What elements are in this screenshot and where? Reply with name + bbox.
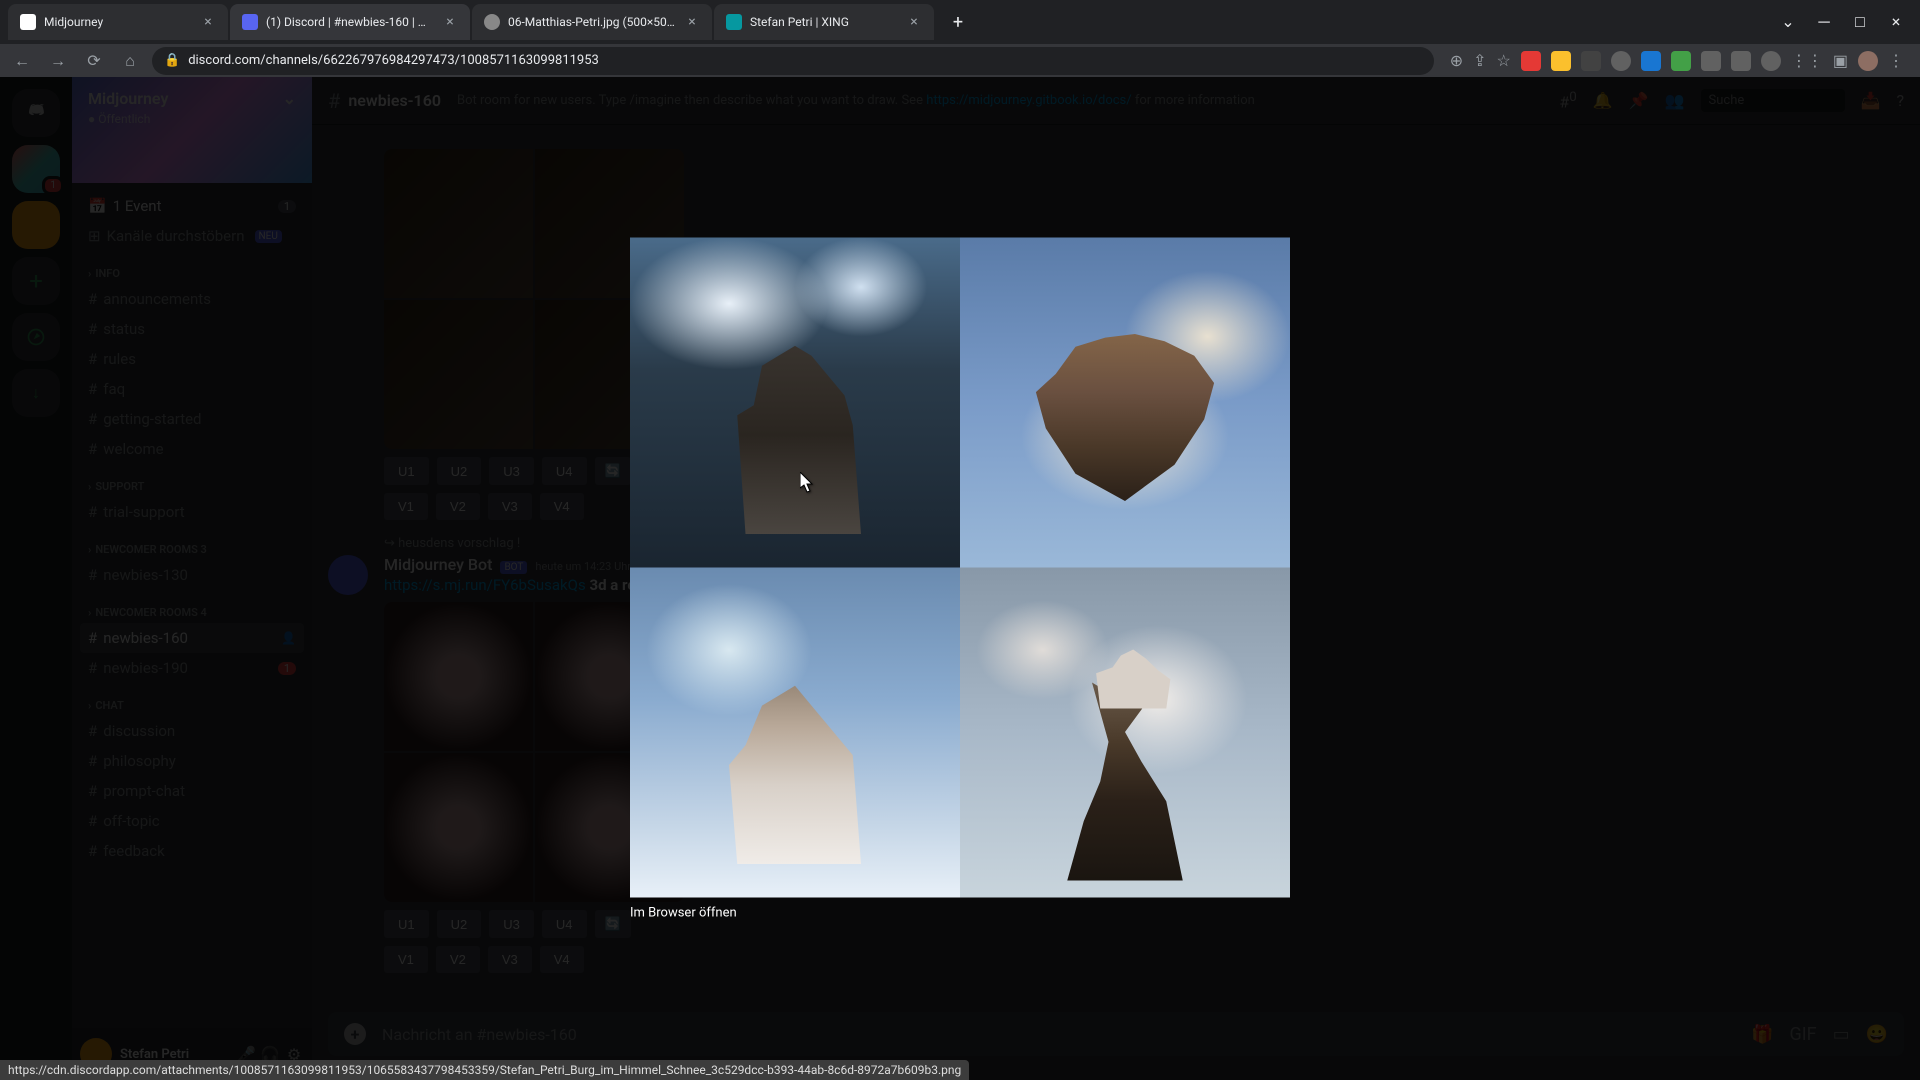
tab-bar: Midjourney × (1) Discord | #newbies-160 … xyxy=(0,0,1920,44)
castle-image-1 xyxy=(630,237,960,567)
castle-image-2 xyxy=(960,237,1290,567)
new-tab-button[interactable]: + xyxy=(944,8,972,36)
tab-midjourney[interactable]: Midjourney × xyxy=(8,4,228,40)
ext-icon-4[interactable] xyxy=(1611,51,1631,71)
minimize-icon[interactable]: ─ xyxy=(1816,12,1832,32)
close-icon[interactable]: × xyxy=(442,14,458,30)
discord-app: 1 + ↓ Midjourney ⌄ ● Öffentlich 📅 1 Even… xyxy=(0,77,1920,1080)
tab-title: 06-Matthias-Petri.jpg (500×500) xyxy=(508,15,676,29)
status-bar: https://cdn.discordapp.com/attachments/1… xyxy=(0,1060,969,1080)
status-url: https://cdn.discordapp.com/attachments/1… xyxy=(8,1063,961,1077)
tab-image[interactable]: 06-Matthias-Petri.jpg (500×500) × xyxy=(472,4,712,40)
ext-icon-1[interactable] xyxy=(1521,51,1541,71)
translate-icon[interactable]: ⊕ xyxy=(1450,51,1463,71)
castle-image-4 xyxy=(960,567,1290,897)
close-icon[interactable]: × xyxy=(200,14,216,30)
nav-bar: ← → ⟳ ⌂ 🔒 discord.com/channels/662267976… xyxy=(0,44,1920,77)
ext-icon-5[interactable] xyxy=(1641,51,1661,71)
lock-icon: 🔒 xyxy=(164,53,180,68)
xing-favicon xyxy=(726,14,742,30)
tab-discord[interactable]: (1) Discord | #newbies-160 | Mid × xyxy=(230,4,470,40)
ext-icon-8[interactable] xyxy=(1731,51,1751,71)
browser-chrome: Midjourney × (1) Discord | #newbies-160 … xyxy=(0,0,1920,77)
tab-title: Stefan Petri | XING xyxy=(750,15,898,29)
maximize-icon[interactable]: □ xyxy=(1852,12,1868,32)
close-icon[interactable]: × xyxy=(684,14,700,30)
window-controls: ⌄ ─ □ × xyxy=(1780,12,1920,32)
tab-xing[interactable]: Stefan Petri | XING × xyxy=(714,4,934,40)
open-in-browser-link[interactable]: Im Browser öffnen xyxy=(630,905,1290,920)
lightbox-image[interactable] xyxy=(630,237,1290,897)
star-icon[interactable]: ☆ xyxy=(1497,51,1511,71)
back-button[interactable]: ← xyxy=(8,47,36,75)
profile-avatar[interactable] xyxy=(1858,51,1878,71)
ext-icon-9[interactable] xyxy=(1761,51,1781,71)
address-bar[interactable]: 🔒 discord.com/channels/66226797698429747… xyxy=(152,47,1434,75)
ext-icon-7[interactable] xyxy=(1701,51,1721,71)
share-icon[interactable]: ⇪ xyxy=(1473,51,1486,71)
image-lightbox: Im Browser öffnen xyxy=(630,237,1290,920)
midjourney-favicon xyxy=(20,14,36,30)
ext-icon-6[interactable] xyxy=(1671,51,1691,71)
discord-favicon xyxy=(242,14,258,30)
menu-icon[interactable]: ⋮ xyxy=(1888,51,1904,71)
chevron-down-icon[interactable]: ⌄ xyxy=(1780,12,1796,32)
tab-title: (1) Discord | #newbies-160 | Mid xyxy=(266,15,434,29)
url-text: discord.com/channels/662267976984297473/… xyxy=(188,53,599,68)
extension-icons: ⊕ ⇪ ☆ ⋮⋮ ▣ ⋮ xyxy=(1442,51,1912,71)
ext-icon-3[interactable] xyxy=(1581,51,1601,71)
reload-button[interactable]: ⟳ xyxy=(80,47,108,75)
forward-button[interactable]: → xyxy=(44,47,72,75)
castle-image-3 xyxy=(630,567,960,897)
close-icon[interactable]: × xyxy=(906,14,922,30)
home-button[interactable]: ⌂ xyxy=(116,47,144,75)
image-favicon xyxy=(484,14,500,30)
tab-title: Midjourney xyxy=(44,15,192,29)
sidepanel-icon[interactable]: ▣ xyxy=(1833,51,1848,71)
ext-icon-2[interactable] xyxy=(1551,51,1571,71)
close-window-icon[interactable]: × xyxy=(1888,12,1904,32)
extensions-icon[interactable]: ⋮⋮ xyxy=(1791,51,1823,71)
